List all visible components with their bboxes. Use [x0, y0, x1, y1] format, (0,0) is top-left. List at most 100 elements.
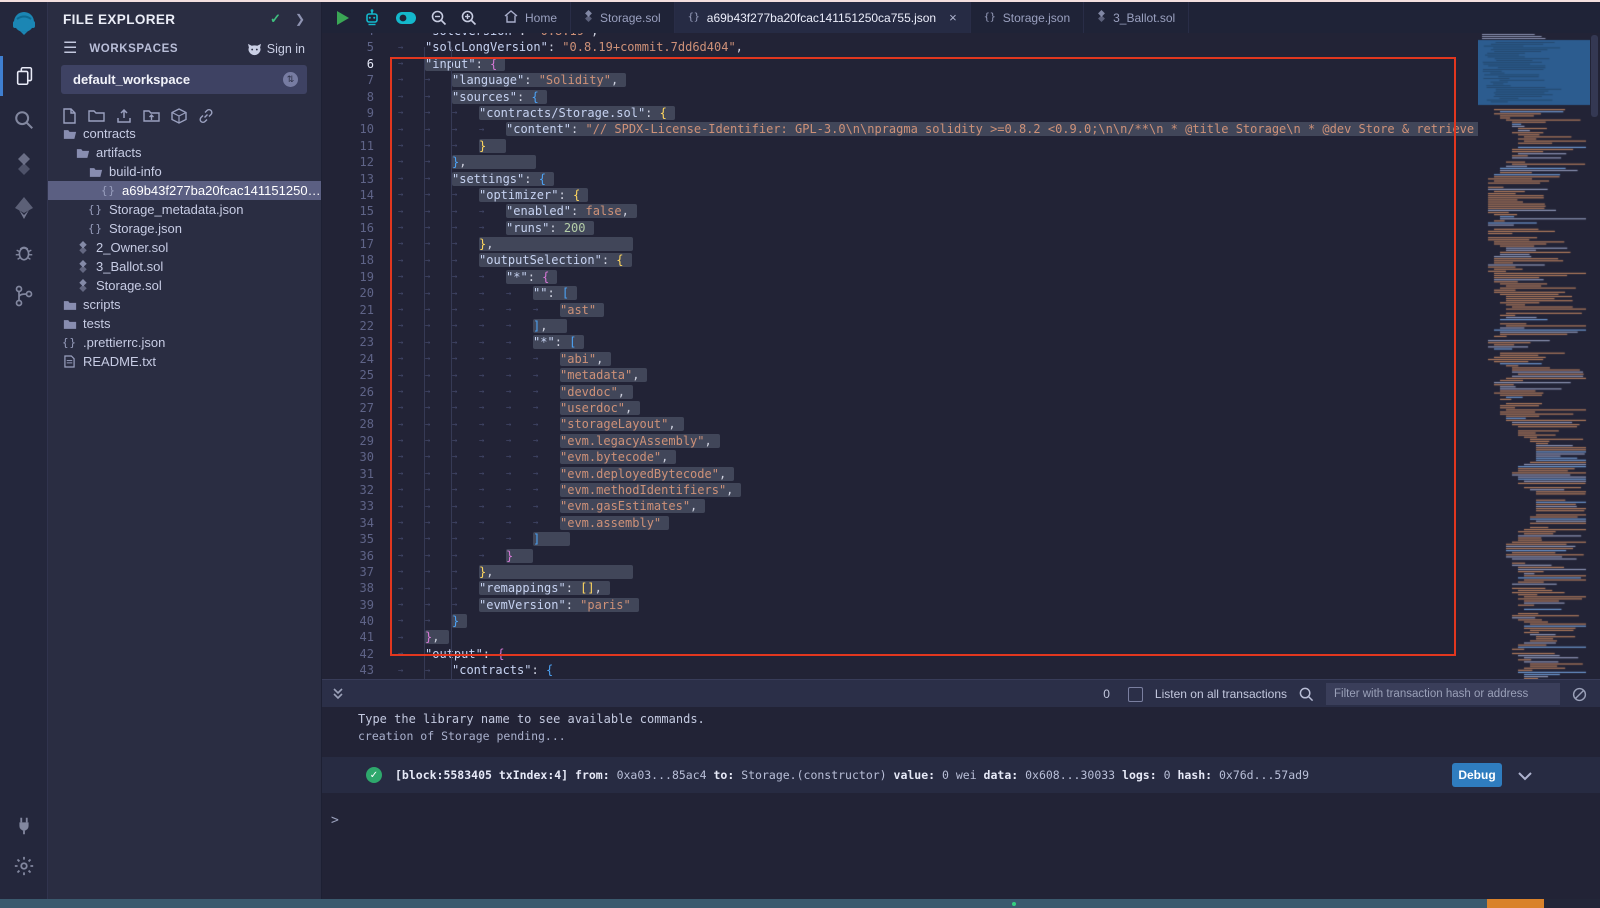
indent-arrow-icon: →	[533, 417, 560, 433]
tree-item[interactable]: build-info	[47, 162, 321, 181]
indent-arrow-icon: →	[398, 433, 425, 449]
code-token: {	[573, 188, 580, 202]
workspace-select[interactable]: default_workspace ⇅	[61, 65, 307, 94]
rail-item-search[interactable]	[0, 100, 47, 140]
code-editor[interactable]: 4567891011121314151617181920212223242526…	[322, 33, 1600, 712]
selection-highlight: "runs": 200	[506, 221, 594, 235]
indent-arrow-icon: →	[506, 384, 533, 400]
terminal-search-icon[interactable]	[1299, 687, 1314, 702]
tab-storage-sol[interactable]: Storage.sol	[571, 2, 675, 33]
rail-item-debugger[interactable]	[0, 232, 47, 272]
code-token: ,	[632, 368, 639, 382]
indent-arrow-icon: →	[425, 138, 452, 154]
indent-arrow-icon: →	[479, 204, 506, 220]
run-script-button[interactable]	[336, 11, 349, 25]
tree-item-label: Storage.json	[109, 221, 182, 236]
rail-item-settings[interactable]	[0, 846, 47, 886]
tree-item[interactable]: {}.prettierrc.json	[47, 333, 321, 352]
indent-arrow-icon: →	[452, 122, 479, 138]
transaction-filter-input[interactable]	[1326, 683, 1560, 705]
tab-label: 3_Ballot.sol	[1113, 11, 1175, 25]
indent-arrow-icon: →	[506, 351, 533, 367]
minimap[interactable]	[1478, 33, 1590, 712]
rail-item-solidity-compiler[interactable]	[0, 144, 47, 184]
tree-item[interactable]: artifacts	[47, 143, 321, 162]
indent-arrow-icon: →	[398, 564, 425, 580]
zoom-out-icon[interactable]	[431, 10, 447, 26]
indent-arrow-icon: →	[398, 138, 425, 154]
code-token: :	[483, 647, 497, 661]
solidity-icon	[584, 10, 593, 25]
panel-expand-chevron-icon[interactable]: ❯	[295, 12, 305, 26]
code-token: {	[531, 90, 538, 104]
indent-arrow-icon: →	[398, 122, 425, 138]
tree-item[interactable]: {} a69b43f277ba20fcac141151250ca7...	[47, 181, 321, 200]
rail-item-git[interactable]	[0, 276, 47, 316]
code-token: 200	[564, 221, 586, 235]
editor-code-area[interactable]: →"solcVersion": "0.8.19",→"solcLongVersi…	[388, 33, 1478, 711]
debug-button[interactable]: Debug	[1452, 763, 1502, 787]
code-line: →→→}	[388, 138, 1478, 154]
indent-arrow-icon: →	[452, 466, 479, 482]
sign-in-button[interactable]: Sign in	[247, 42, 305, 56]
indent-arrow-icon: →	[425, 531, 452, 547]
code-line: →→→→→"": [	[388, 285, 1478, 301]
indent-arrow-icon: →	[398, 236, 425, 252]
zoom-in-icon[interactable]	[461, 10, 477, 26]
code-token: :	[571, 122, 585, 136]
folder-open-icon	[75, 147, 90, 159]
indent-arrow-icon: →	[479, 351, 506, 367]
indent-arrow-icon: →	[425, 236, 452, 252]
indent-arrow-icon: →	[479, 384, 506, 400]
hamburger-menu-icon[interactable]: ☰	[63, 44, 77, 54]
indent-arrow-icon: →	[479, 269, 506, 285]
tree-item[interactable]: scripts	[47, 295, 321, 314]
tree-item[interactable]: {}Storage.json	[47, 219, 321, 238]
listen-checkbox[interactable]	[1128, 687, 1143, 702]
tree-item[interactable]: contracts	[47, 124, 321, 143]
tree-item-label: .prettierrc.json	[83, 335, 165, 350]
log-expand-chevron-icon[interactable]	[1518, 766, 1532, 785]
rail-item-file-explorer[interactable]	[0, 56, 47, 96]
clear-filter-icon[interactable]	[1572, 687, 1587, 702]
tab-storage-json[interactable]: {}Storage.json	[971, 2, 1084, 33]
selection-highlight: "language": "Solidity",	[452, 73, 626, 87]
tree-item-label: build-info	[109, 164, 162, 179]
code-token: "content"	[506, 122, 571, 136]
tab-home[interactable]: Home	[491, 2, 571, 33]
tree-item[interactable]: Storage.sol	[47, 276, 321, 295]
code-token: :	[571, 204, 585, 218]
terminal-prompt[interactable]: >	[331, 813, 339, 828]
indent-arrow-icon: →	[479, 368, 506, 384]
terminal: Type the library name to see available c…	[322, 707, 1600, 899]
editor-scrollbar[interactable]	[1591, 35, 1598, 117]
json-icon: {}	[101, 185, 116, 197]
terminal-expand-icon[interactable]	[331, 687, 345, 701]
code-token: :	[549, 221, 563, 235]
code-token: :	[547, 286, 561, 300]
code-line: →→→"remappings": [],	[388, 580, 1478, 596]
terminal-message: Type the library name to see available c…	[358, 712, 705, 726]
code-token: "paris"	[580, 598, 631, 612]
indent-arrow-icon: →	[425, 286, 452, 302]
tree-item-label: a69b43f277ba20fcac141151250ca7...	[122, 183, 321, 198]
status-alert-badge[interactable]	[1487, 899, 1544, 908]
tree-item[interactable]: tests	[47, 314, 321, 333]
rail-item-plugin-manager[interactable]	[0, 806, 47, 846]
ai-assistant-icon[interactable]	[363, 9, 381, 26]
tree-item[interactable]: {}Storage_metadata.json	[47, 200, 321, 219]
code-token: false	[585, 204, 621, 218]
indent-arrow-icon: →	[533, 499, 560, 515]
copilot-toggle[interactable]	[395, 11, 417, 25]
tab-3-ballot-sol[interactable]: 3_Ballot.sol	[1084, 2, 1189, 33]
tree-item[interactable]: README.txt	[47, 352, 321, 371]
rail-item-remix-logo[interactable]	[0, 4, 47, 44]
tab-a69b43f277ba20fcac141151250ca755-json[interactable]: {}a69b43f277ba20fcac141151250ca755.json×	[675, 2, 971, 33]
code-line: →→"settings": {	[388, 171, 1478, 187]
tree-item[interactable]: 3_Ballot.sol	[47, 257, 321, 276]
rail-item-deploy-run[interactable]	[0, 188, 47, 228]
tree-item[interactable]: 2_Owner.sol	[47, 238, 321, 257]
close-tab-icon[interactable]: ×	[949, 10, 957, 25]
selection-highlight: },	[452, 155, 536, 169]
solidity-icon	[75, 279, 90, 292]
